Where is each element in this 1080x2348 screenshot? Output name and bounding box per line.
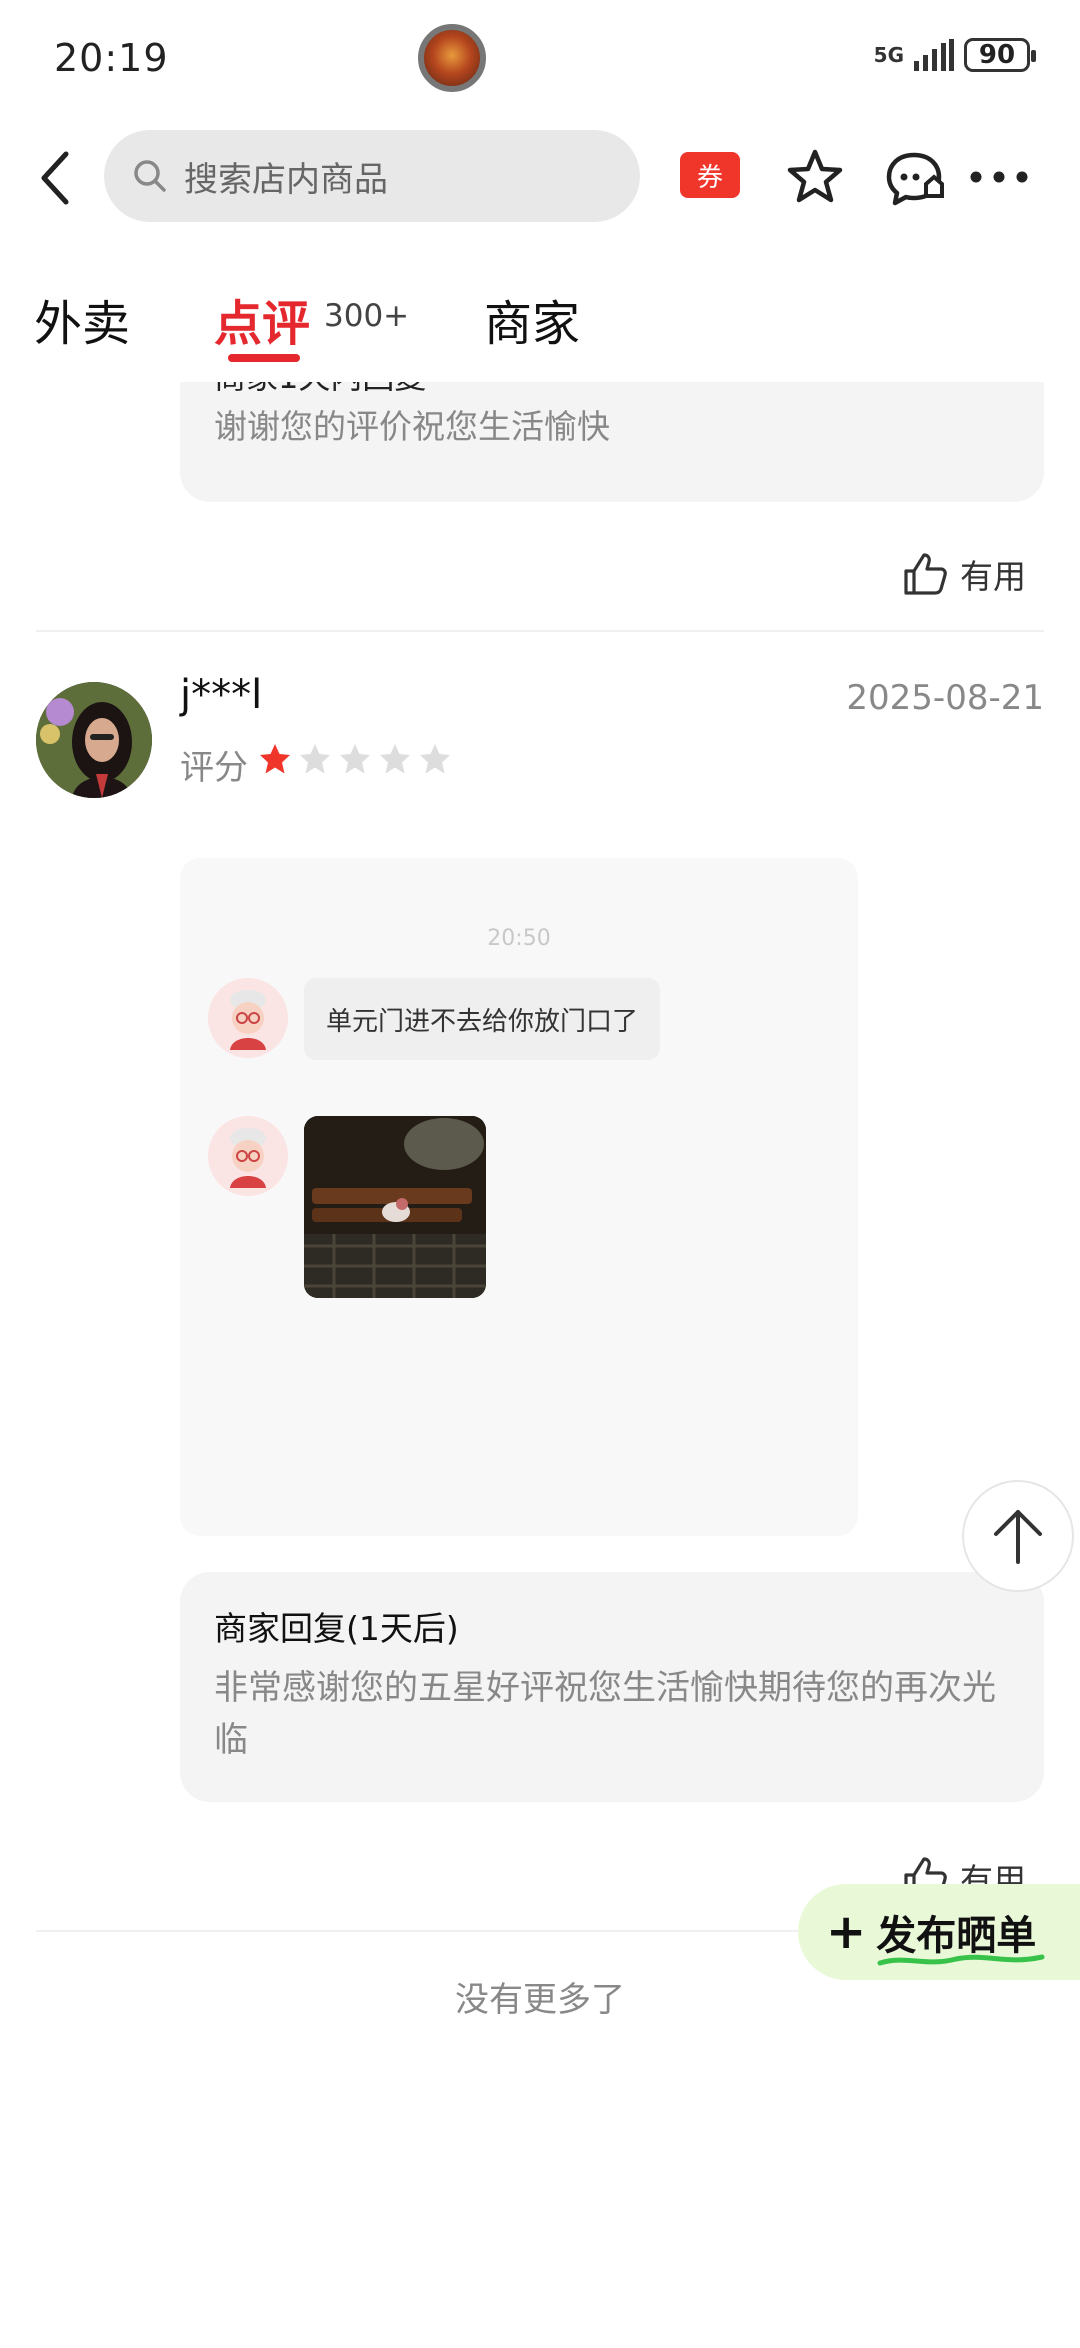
merchant-reply-title: 商家1天内回复 <box>214 382 426 398</box>
customer-service-button[interactable] <box>884 150 944 208</box>
status-indicators: 5G 90 <box>873 38 1036 72</box>
battery-level: 90 <box>978 40 1016 70</box>
tab-dianping-count: 300+ <box>324 298 410 334</box>
thumbs-up-icon <box>904 553 947 595</box>
score-label: 评分 <box>180 748 248 788</box>
search-icon <box>134 160 166 192</box>
active-tab-indicator <box>228 354 300 362</box>
useful-button[interactable]: 有用 <box>902 550 1026 598</box>
grandma-avatar-icon <box>208 1116 288 1196</box>
star-empty-icon <box>420 744 450 774</box>
star-empty-icon <box>300 744 330 774</box>
star-filled-icon <box>260 744 290 774</box>
review-date: 2025-08-21 <box>846 678 1044 718</box>
chat-time: 20:50 <box>487 926 551 951</box>
reviewer-name: j***l <box>180 672 263 718</box>
merchant-reply-text: 谢谢您的评价祝您生活愉快 <box>214 407 610 446</box>
review-list[interactable]: 商家1天内回复 谢谢您的评价祝您生活愉快 有用 j***l 2025-08-21… <box>0 382 1080 2348</box>
publish-label: 发布晒单 <box>876 1903 1045 1966</box>
user-avatar-photo <box>36 682 152 798</box>
user-avatar[interactable] <box>36 682 152 798</box>
review-image[interactable]: 20:50 单元门进不去给你放门口了 <box>180 858 858 1536</box>
chat-message-bubble: 单元门进不去给你放门口了 <box>304 978 661 1060</box>
merchant-reply-card: 商家回复(1天后) 非常感谢您的五星好评祝您生活愉快期待您的再次光临 <box>180 1572 1044 1802</box>
signal-icon <box>914 39 954 71</box>
search-input[interactable]: 搜索店内商品 <box>104 130 640 222</box>
chat-avatar <box>208 978 288 1058</box>
grandma-avatar-icon <box>208 978 288 1058</box>
plus-icon: + <box>826 1904 867 1960</box>
star-empty-icon <box>340 744 370 774</box>
doorstep-photo <box>304 1116 486 1298</box>
star-empty-icon <box>380 744 410 774</box>
publish-review-button[interactable]: + 发布晒单 <box>798 1884 1080 1980</box>
rating-stars <box>258 742 452 776</box>
coupon-button[interactable]: 券 <box>680 152 740 198</box>
star-icon <box>787 149 843 203</box>
status-notification-avatar <box>418 24 486 92</box>
chat-avatar <box>208 1116 288 1196</box>
merchant-reply-title: 商家回复(1天后) <box>214 1609 459 1648</box>
more-button[interactable] <box>968 162 1030 192</box>
back-button[interactable] <box>36 148 76 208</box>
highlight-scribble-icon <box>877 1954 1045 1966</box>
tab-shangjia[interactable]: 商家 <box>484 284 580 354</box>
more-icon <box>970 171 1028 183</box>
status-bar: 20:19 5G 90 <box>0 0 1080 120</box>
tab-dianping[interactable]: 点评 <box>214 284 310 354</box>
search-placeholder: 搜索店内商品 <box>184 159 388 200</box>
customer-service-icon <box>886 152 944 206</box>
favorite-button[interactable] <box>786 148 844 206</box>
tab-waimai[interactable]: 外卖 <box>34 284 130 354</box>
merchant-reply-card: 商家1天内回复 谢谢您的评价祝您生活愉快 <box>180 382 1044 502</box>
status-time: 20:19 <box>54 36 169 80</box>
battery-indicator: 90 <box>964 38 1036 72</box>
coupon-icon: 券 <box>696 162 723 193</box>
back-arrow-icon <box>41 151 69 205</box>
merchant-reply-text: 非常感谢您的五星好评祝您生活愉快期待您的再次光临 <box>214 1668 996 1760</box>
network-label: 5G <box>873 43 904 67</box>
chat-photo <box>304 1116 486 1298</box>
review-divider <box>36 630 1044 632</box>
tab-bar: 外卖 点评 300+ 商家 <box>0 270 1080 380</box>
arrow-up-icon <box>994 1510 1042 1564</box>
useful-label: 有用 <box>960 557 1026 596</box>
back-to-top-button[interactable] <box>962 1480 1074 1592</box>
